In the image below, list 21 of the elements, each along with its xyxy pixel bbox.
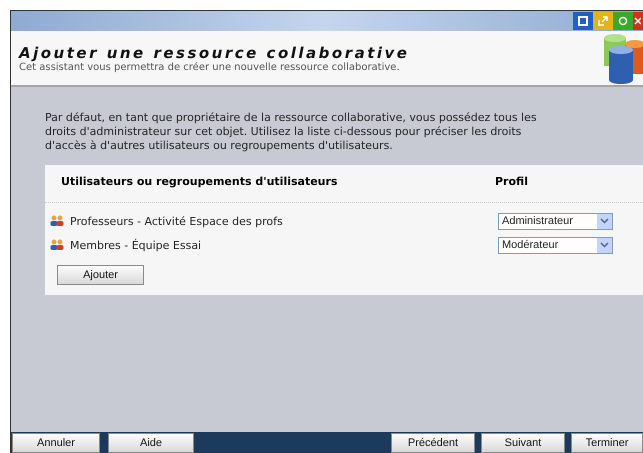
footer-button[interactable]: Précédent [391, 433, 475, 453]
profile-dropdown[interactable]: Modérateur [498, 236, 613, 254]
footer-button[interactable]: Suivant [481, 433, 565, 453]
wizard-subtitle: Cet assistant vous permettra de créer une nouvelle ressource collaborative. [19, 62, 401, 73]
wizard-title: Ajouter une ressource collaborative [19, 45, 410, 62]
footer-button[interactable]: Terminer [571, 433, 643, 453]
user-group-icon [50, 239, 64, 251]
window-icon[interactable] [573, 12, 593, 30]
group-name: Membres - Équipe Essai [70, 238, 202, 252]
footer-button[interactable]: Annuler [12, 433, 100, 453]
intro-paragraph: Par défaut, en tant que propriétaire de la ressource collaborative, vous possédez tous les droits d'administrateur sur cet objet. Utilisez la liste ci-dessous pour préciser les droits d'accès à d'autres utilisateurs ou regroupements d'utilisateurs. [45, 111, 538, 153]
column-header: Profil [495, 175, 528, 188]
footer-button[interactable]: Aide [108, 433, 194, 453]
group-name: Professeurs - Activité Espace des profs [70, 214, 283, 228]
profile-dropdown[interactable]: Administrateur [498, 212, 613, 230]
column-header: Utilisateurs ou regroupements d'utilisateurs [61, 175, 338, 188]
database-icon [601, 34, 643, 84]
user-group-icon [50, 215, 64, 227]
close-icon[interactable] [633, 12, 643, 30]
add-button[interactable]: Ajouter [57, 265, 144, 285]
refresh-icon[interactable] [613, 12, 633, 30]
